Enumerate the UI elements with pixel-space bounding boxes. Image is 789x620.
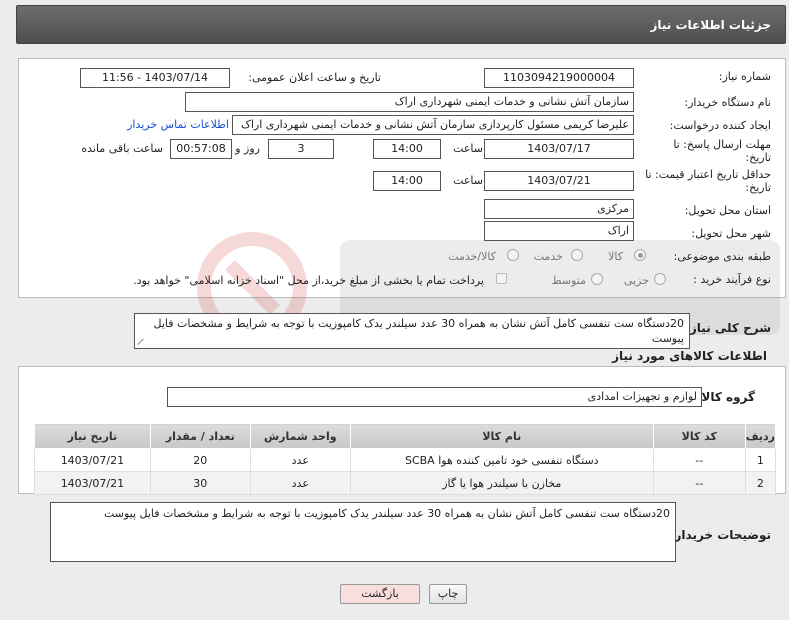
- remaining-label: ساعت باقی مانده: [81, 142, 163, 155]
- days-field[interactable]: 3: [268, 139, 334, 159]
- category-both-radio[interactable]: [507, 249, 519, 261]
- buyer-notes-textarea[interactable]: 20دستگاه ست تنفسی کامل آتش نشان به همراه…: [50, 502, 676, 562]
- category-service-radio[interactable]: [571, 249, 583, 261]
- col-unit: واحد شمارش: [249, 423, 351, 449]
- goods-group-label: گروه کالا:: [696, 390, 755, 404]
- col-row-number: ردیف: [744, 423, 777, 449]
- category-goods-radio[interactable]: [634, 249, 646, 261]
- treasury-payment-note: پرداخت تمام یا بخشی از مبلغ خرید،از محل …: [133, 274, 484, 287]
- summary-textarea[interactable]: 20دستگاه ست تنفسی کامل آتش نشان به همراه…: [134, 313, 690, 349]
- goods-table: ردیف کد کالا نام کالا واحد شمارش تعداد /…: [34, 423, 777, 495]
- send-time-field[interactable]: 14:00: [373, 139, 441, 159]
- cell-item-name: مخازن با سیلندر هوا یا گاز: [349, 471, 654, 495]
- validity-time-label: ساعت: [453, 174, 483, 187]
- table-row[interactable]: 2 -- مخازن با سیلندر هوا یا گاز عدد 30 1…: [34, 471, 777, 495]
- process-minor-label: جزیی: [623, 274, 649, 287]
- category-goods-label: کالا: [608, 250, 623, 263]
- print-button[interactable]: چاپ: [429, 584, 467, 604]
- cell-row-number: 2: [744, 471, 777, 495]
- announce-field[interactable]: 1403/07/14 - 11:56: [80, 68, 230, 88]
- cell-item-name: دستگاه تنفسی خود تامین کننده هوا SCBA: [349, 448, 654, 472]
- page-title: جزئیات اطلاعات نیاز: [650, 18, 771, 32]
- category-service-label: خدمت: [533, 250, 563, 263]
- goods-group-field[interactable]: لوازم و تجهیزات امدادی: [167, 387, 702, 407]
- announce-label: تاریخ و ساعت اعلان عمومی:: [248, 71, 381, 84]
- buyer-org-label: نام دستگاه خریدار:: [684, 96, 771, 109]
- requester-label: ایجاد کننده درخواست:: [669, 119, 771, 132]
- buyer-org-field[interactable]: سازمان آتش نشانی و خدمات ایمنی شهرداری ا…: [185, 92, 634, 112]
- col-item-code: کد کالا: [652, 423, 746, 449]
- back-button[interactable]: بازگشت: [340, 584, 420, 604]
- process-label: نوع فرآیند خرید :: [693, 273, 771, 286]
- cell-need-date: 1403/07/21: [34, 448, 151, 472]
- send-deadline-date-label: تاریخ:: [745, 151, 771, 164]
- category-both-label: کالا/خدمت: [448, 250, 496, 263]
- cell-item-code: --: [652, 448, 746, 472]
- send-date-field[interactable]: 1403/07/17: [484, 139, 634, 159]
- need-number-label: شماره نیاز:: [718, 70, 771, 83]
- cell-quantity: 30: [149, 471, 251, 495]
- min-validity-label: حداقل تاریخ اعتبار قیمت: تا: [645, 168, 771, 181]
- validity-time-field[interactable]: 14:00: [373, 171, 441, 191]
- cell-unit: عدد: [249, 471, 351, 495]
- page-header: جزئیات اطلاعات نیاز: [16, 5, 786, 44]
- cell-item-code: --: [652, 471, 746, 495]
- process-minor-radio[interactable]: [654, 273, 666, 285]
- process-medium-label: متوسط: [551, 274, 586, 287]
- days-label: روز و: [235, 142, 260, 155]
- cell-quantity: 20: [149, 448, 251, 472]
- buyer-notes-text: 20دستگاه ست تنفسی کامل آتش نشان به همراه…: [103, 507, 670, 520]
- goods-table-header: ردیف کد کالا نام کالا واحد شمارش تعداد /…: [34, 423, 777, 449]
- need-number-field[interactable]: 1103094219000004: [484, 68, 634, 88]
- send-time-label: ساعت: [453, 142, 483, 155]
- process-medium-radio[interactable]: [591, 273, 603, 285]
- cell-need-date: 1403/07/21: [34, 471, 151, 495]
- summary-label: شرح کلی نیاز:: [685, 321, 771, 335]
- validity-date-field[interactable]: 1403/07/21: [484, 171, 634, 191]
- col-item-name: نام کالا: [349, 423, 654, 449]
- cell-row-number: 1: [744, 448, 777, 472]
- category-label: طبقه بندی موضوعی:: [673, 250, 771, 263]
- table-row[interactable]: 1 -- دستگاه تنفسی خود تامین کننده هوا SC…: [34, 448, 777, 472]
- buyer-notes-label: توضیحات خریدار:: [669, 528, 771, 542]
- col-need-date: تاریخ نیاز: [34, 423, 151, 449]
- province-field[interactable]: مرکزی: [484, 199, 634, 219]
- city-field[interactable]: اراک: [484, 221, 634, 241]
- col-quantity: تعداد / مقدار: [149, 423, 251, 449]
- requester-field[interactable]: علیرضا کریمی مسئول کارپردازی سازمان آتش …: [232, 115, 634, 135]
- summary-text: 20دستگاه ست تنفسی کامل آتش نشان به همراه…: [153, 317, 684, 345]
- contact-buyer-link[interactable]: اطلاعات تماس خریدار: [127, 118, 229, 131]
- send-deadline-label: مهلت ارسال پاسخ: تا: [673, 138, 771, 151]
- summary-resize-handle[interactable]: [138, 337, 146, 345]
- province-label: استان محل تحویل:: [684, 204, 771, 217]
- cell-unit: عدد: [249, 448, 351, 472]
- goods-section-title: اطلاعات کالاهای مورد نیاز: [612, 349, 767, 363]
- remaining-time-field[interactable]: 00:57:08: [170, 139, 232, 159]
- treasury-payment-checkbox[interactable]: [496, 273, 507, 284]
- min-validity-date-label: تاریخ:: [745, 181, 771, 194]
- city-label: شهر محل تحویل:: [691, 227, 771, 240]
